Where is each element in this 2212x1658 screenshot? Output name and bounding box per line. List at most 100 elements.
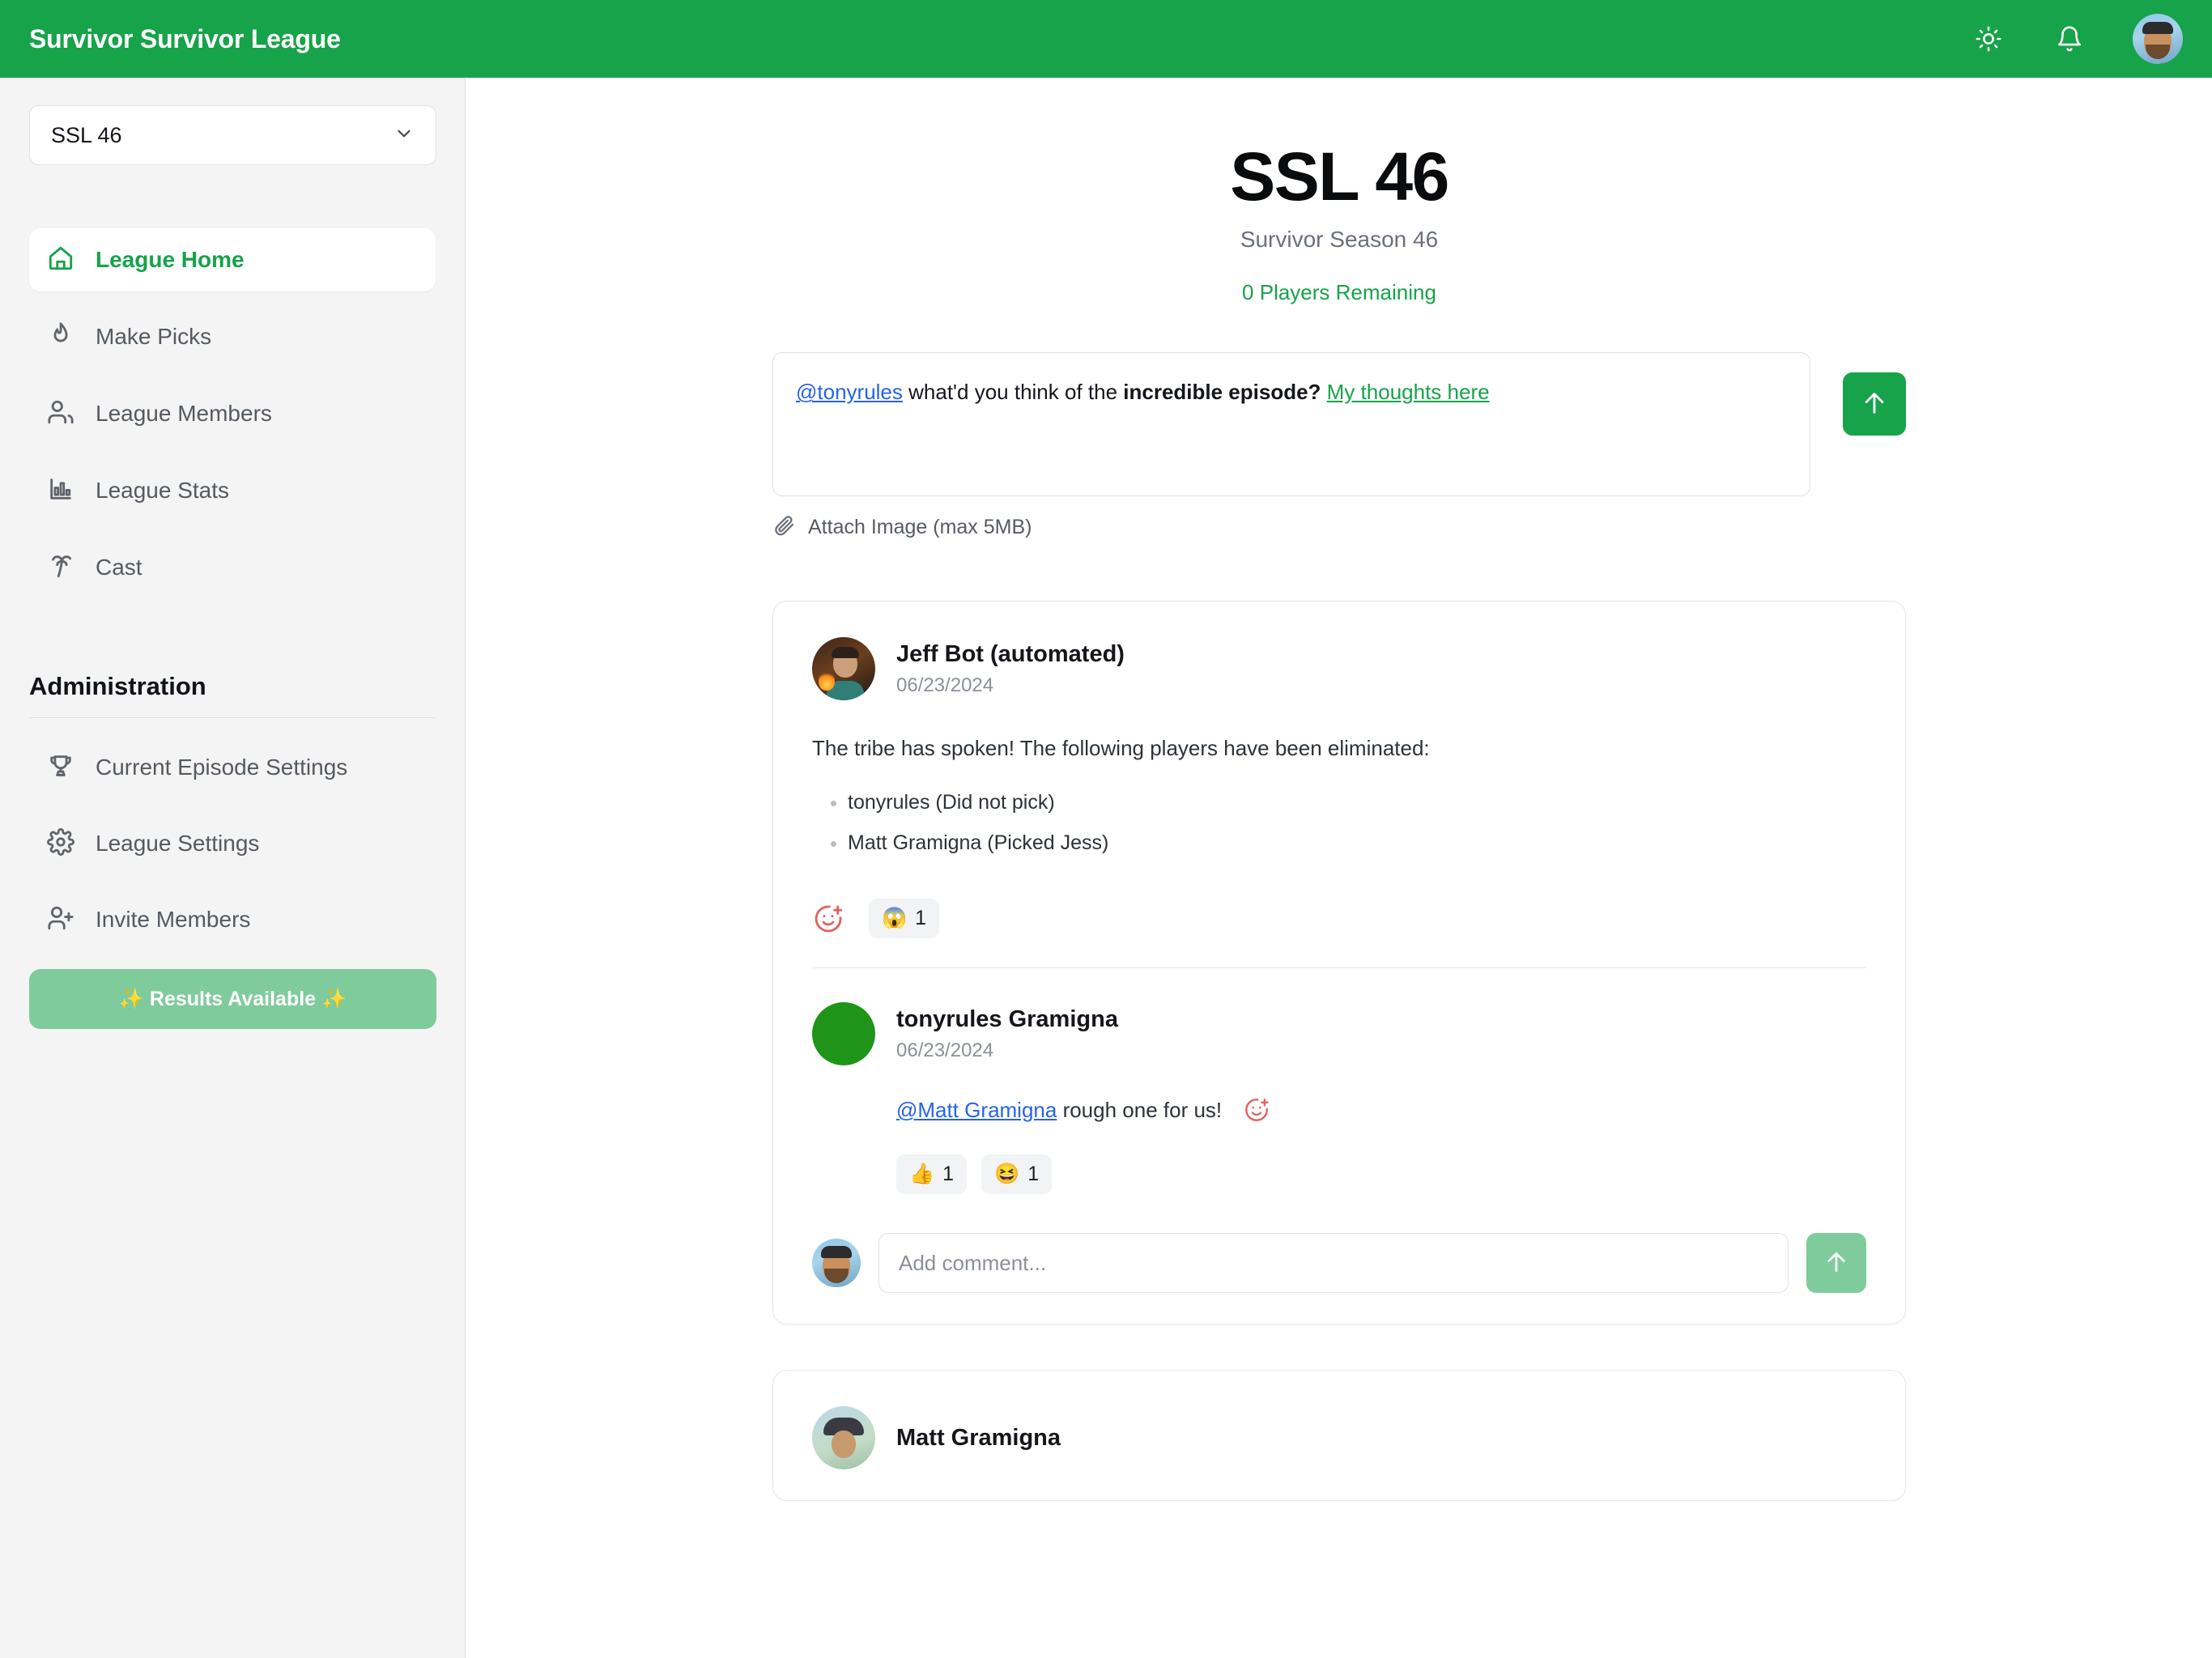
sidebar-item-label: League Stats [96,478,230,503]
topbar-actions [1971,14,2183,64]
add-comment-submit-button[interactable] [1806,1233,1866,1294]
top-app-bar: Survivor Survivor League [0,0,2212,78]
post-header: Matt Gramigna [812,1406,1866,1470]
sidebar-item-league-home[interactable]: League Home [29,228,436,291]
bell-icon[interactable] [2052,21,2087,57]
sidebar-item-cast[interactable]: Cast [29,536,436,599]
composer-text-1: what'd you think of the [902,380,1124,405]
sidebar-item-current-episode-settings[interactable]: Current Episode Settings [29,736,436,799]
post-card: Matt Gramigna [772,1370,1906,1502]
post-submit-button[interactable] [1843,372,1906,436]
sidebar-item-label: Make Picks [96,324,212,349]
comment-meta: tonyrules Gramigna 06/23/2024 [896,1006,1118,1062]
green-avatar [812,1002,875,1066]
add-comment-input[interactable] [878,1233,1789,1294]
post-composer-input[interactable]: @tonyrules what'd you think of the incre… [772,352,1810,497]
sun-icon[interactable] [1971,21,2006,57]
composer-link[interactable]: My thoughts here [1327,380,1490,404]
main-content: SSL 46 Survivor Season 46 0 Players Rema… [466,78,2212,1658]
page-header: SSL 46 Survivor Season 46 0 Players Rema… [466,78,2212,305]
post-reactions: 😱 1 [812,899,1866,939]
app-brand-title: Survivor Survivor League [29,23,341,53]
primary-nav: League Home Make Picks League Members Le… [29,228,436,599]
admin-section-heading: Administration [29,672,206,700]
reaction-count: 1 [915,907,927,930]
sidebar-item-label: League Members [96,401,272,426]
sidebar-item-label: Invite Members [96,907,251,932]
list-item: Matt Gramigna (Picked Jess) [848,823,1866,863]
sidebar: SSL 46 League Home Make Picks League Mem… [0,78,466,1658]
gear-icon [47,827,74,860]
palm-tree-icon [47,552,74,584]
trophy-icon [47,752,74,784]
sidebar-item-league-stats[interactable]: League Stats [29,459,436,522]
post-author: Matt Gramigna [896,1424,1061,1451]
eliminated-players-list: tonyrules (Did not pick) Matt Gramigna (… [848,782,1866,863]
attach-image-button[interactable]: Attach Image (max 5MB) [772,514,1906,541]
admin-divider [29,717,436,718]
sidebar-item-league-members[interactable]: League Members [29,382,436,445]
comment: tonyrules Gramigna 06/23/2024 @Matt Gram… [812,1002,1866,1195]
users-icon [47,398,74,430]
post-meta: Jeff Bot (automated) 06/23/2024 [896,641,1125,697]
page-title: SSL 46 [1230,138,1449,215]
composer-space [1321,380,1326,404]
attach-image-label: Attach Image (max 5MB) [808,516,1032,539]
avatar [812,1239,861,1288]
league-selector-value: SSL 46 [51,122,122,147]
user-plus-icon [47,904,74,936]
comment-text: rough one for us! [1057,1097,1223,1122]
reaction-chip[interactable]: 👍 1 [896,1154,968,1195]
comment-reactions: 👍 1 😆 1 [896,1154,1866,1195]
avatar[interactable] [2133,14,2183,64]
sidebar-item-invite-members[interactable]: Invite Members [29,888,436,951]
sidebar-item-label: League Home [96,247,245,272]
reaction-count: 1 [1027,1163,1040,1186]
league-selector[interactable]: SSL 46 [29,105,436,165]
players-remaining-status: 0 Players Remaining [1242,280,1436,305]
flame-icon [47,321,74,353]
comment-text-wrap: @Matt Gramigna rough one for us! [896,1098,1222,1123]
comment-header: tonyrules Gramigna 06/23/2024 [812,1002,1866,1066]
sidebar-item-label: League Settings [96,831,260,856]
add-comment-row [812,1233,1866,1294]
arrow-up-icon [1823,1249,1849,1278]
post-meta: Matt Gramigna [896,1425,1061,1452]
composer-bold-text: incredible episode? [1123,380,1321,405]
arrow-up-icon [1861,389,1888,419]
list-item: tonyrules (Did not pick) [848,782,1866,823]
composer-mention: @tonyrules [796,380,903,405]
post-header: Jeff Bot (automated) 06/23/2024 [812,637,1866,701]
comment-author: tonyrules Gramigna [896,1005,1118,1032]
sidebar-item-label: Current Episode Settings [96,755,348,780]
reaction-chip[interactable]: 😱 1 [869,899,940,939]
paperclip-icon [772,514,795,541]
home-icon [47,244,74,276]
reaction-chip[interactable]: 😆 1 [981,1154,1053,1195]
post-body: The tribe has spoken! The following play… [812,736,1430,761]
reaction-emoji: 😱 [882,907,908,930]
admin-nav: Current Episode Settings League Settings… [29,736,436,1029]
comment-date: 06/23/2024 [896,1039,994,1061]
add-reaction-icon[interactable] [1243,1093,1277,1127]
post-composer: @tonyrules what'd you think of the incre… [772,352,1906,497]
page-subtitle: Survivor Season 46 [1240,227,1439,253]
reaction-count: 1 [942,1163,955,1186]
sidebar-item-make-picks[interactable]: Make Picks [29,305,436,368]
results-available-button[interactable]: ✨ Results Available ✨ [29,969,436,1029]
comment-mention[interactable]: @Matt Gramigna [896,1098,1057,1122]
reaction-emoji: 👍 [909,1163,935,1186]
add-reaction-icon[interactable] [812,902,846,936]
post-date: 06/23/2024 [896,674,994,696]
comment-body: @Matt Gramigna rough one for us! [896,1093,1866,1127]
bar-chart-icon [47,475,74,507]
comment-divider [812,967,1866,969]
jeff-avatar [812,637,875,701]
sidebar-item-league-settings[interactable]: League Settings [29,812,436,875]
sidebar-item-label: Cast [96,555,143,580]
post-author: Jeff Bot (automated) [896,640,1125,667]
post-card: Jeff Bot (automated) 06/23/2024 The trib… [772,601,1906,1325]
reaction-emoji: 😆 [994,1163,1020,1186]
chevron-down-icon [393,123,415,148]
matt-avatar [812,1406,875,1470]
